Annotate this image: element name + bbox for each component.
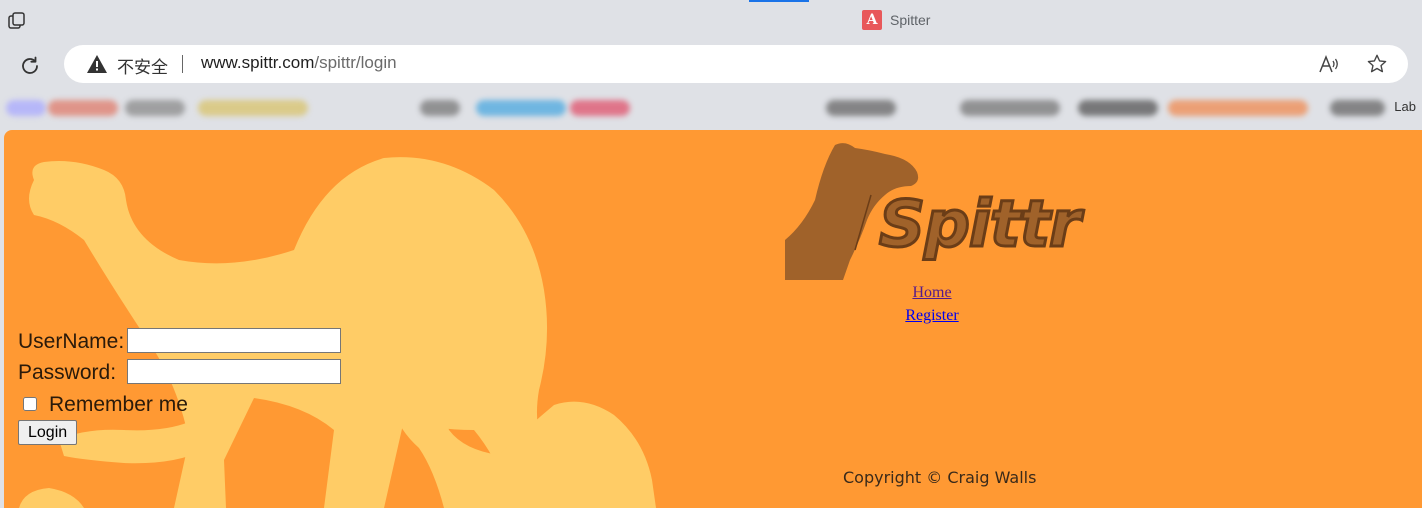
address-bar[interactable]: 不安全 www.spittr.com/spittr/login xyxy=(64,45,1408,83)
username-label: UserName: xyxy=(18,330,125,353)
active-tab-indicator xyxy=(749,0,809,2)
bookmark-item[interactable] xyxy=(6,100,46,116)
page-viewport: Spittr Home Register UserName: Password:… xyxy=(4,130,1422,508)
bookmark-item[interactable] xyxy=(1168,100,1308,116)
copyright-footer: Copyright © Craig Walls xyxy=(843,468,1037,487)
workspaces-icon[interactable] xyxy=(7,11,27,31)
read-aloud-icon[interactable] xyxy=(1318,54,1340,74)
warning-icon[interactable] xyxy=(86,54,108,74)
camel-background-image xyxy=(19,157,656,508)
main-nav: Home Register xyxy=(872,281,992,327)
bookmarks-bar: Lab xyxy=(0,90,1422,128)
security-status-label[interactable]: 不安全 xyxy=(117,53,168,78)
remember-me-label: Remember me xyxy=(49,393,188,416)
bookmark-label[interactable]: Lab xyxy=(1394,99,1416,114)
bookmark-item[interactable] xyxy=(48,100,118,116)
bookmark-item[interactable] xyxy=(198,100,308,116)
url-host: www.spittr.com xyxy=(201,53,315,72)
bookmark-item[interactable] xyxy=(476,100,566,116)
register-link[interactable]: Register xyxy=(872,304,992,327)
home-link[interactable]: Home xyxy=(872,281,992,304)
bookmark-item[interactable] xyxy=(960,100,1060,116)
password-label: Password: xyxy=(18,361,117,384)
browser-tab[interactable]: A Spitter xyxy=(862,9,930,31)
title-bar: A Spitter xyxy=(0,0,1422,40)
spittr-logo: Spittr xyxy=(785,140,1082,280)
password-input[interactable] xyxy=(127,359,341,384)
login-button[interactable]: Login xyxy=(18,420,78,445)
bookmark-item[interactable] xyxy=(570,100,630,116)
bookmark-item[interactable] xyxy=(420,100,460,116)
url-path: /spittr/login xyxy=(314,53,397,72)
bookmark-item[interactable] xyxy=(826,100,896,116)
site-favicon-icon: A xyxy=(862,10,882,30)
reload-icon[interactable] xyxy=(16,52,44,80)
bookmark-item[interactable] xyxy=(1330,100,1385,116)
bookmark-item[interactable] xyxy=(1078,100,1158,116)
browser-toolbar: 不安全 www.spittr.com/spittr/login xyxy=(0,40,1422,90)
favorite-star-icon[interactable] xyxy=(1366,53,1388,75)
address-separator xyxy=(182,55,183,73)
tab-title: Spitter xyxy=(890,12,931,28)
bookmark-item[interactable] xyxy=(125,100,185,116)
logo-text: Spittr xyxy=(878,187,1083,264)
username-input[interactable] xyxy=(127,328,341,353)
url-text[interactable]: www.spittr.com/spittr/login xyxy=(201,53,397,73)
remember-me-checkbox[interactable] xyxy=(23,397,37,411)
